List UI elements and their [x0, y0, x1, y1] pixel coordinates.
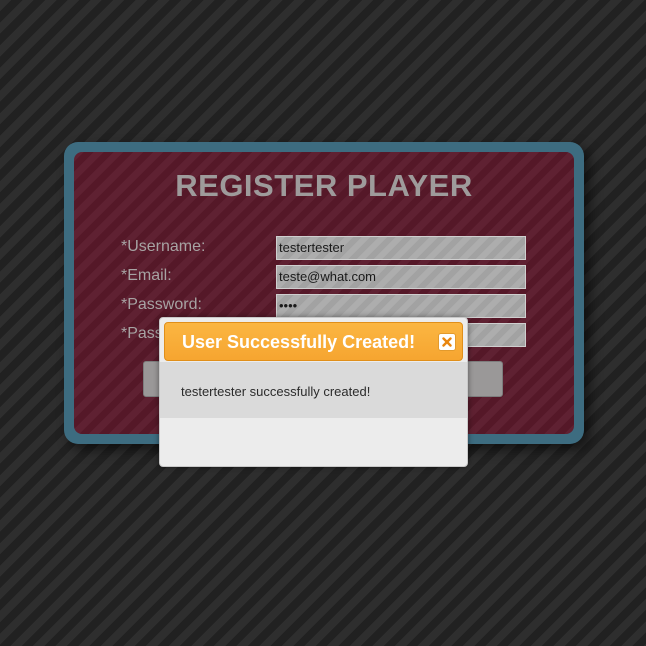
email-row: *Email: teste@what.com [121, 265, 526, 289]
close-button[interactable] [438, 333, 456, 351]
page-title: REGISTER PLAYER [175, 168, 473, 203]
email-input[interactable]: teste@what.com [276, 265, 526, 289]
password-input[interactable]: •••• [276, 294, 526, 318]
close-icon [442, 337, 452, 347]
username-row: *Username: testertester [121, 236, 526, 260]
success-dialog: User Successfully Created! testertester … [159, 317, 468, 467]
username-input[interactable]: testertester [276, 236, 526, 260]
password-label: *Password: [121, 296, 202, 313]
password-row: *Password: •••• [121, 294, 526, 318]
dialog-content: testertester successfully created! [160, 362, 467, 418]
dialog-message: testertester successfully created! [181, 384, 371, 399]
dialog-title: User Successfully Created! [182, 332, 416, 352]
username-label: *Username: [121, 238, 206, 255]
email-label: *Email: [121, 267, 172, 284]
dialog-titlebar[interactable]: User Successfully Created! [164, 322, 463, 361]
